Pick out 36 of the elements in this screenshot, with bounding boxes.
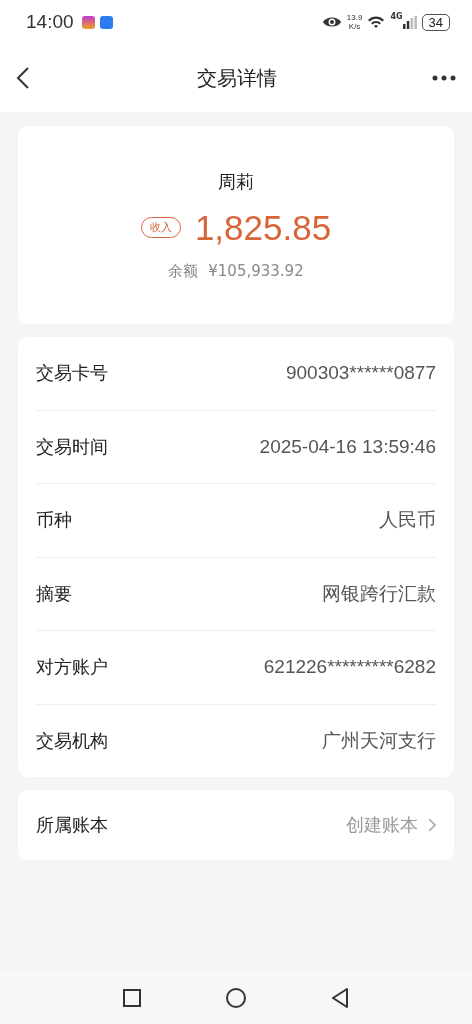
detail-label: 对方账户 bbox=[36, 655, 108, 680]
balance-label: 余额 bbox=[168, 261, 199, 281]
back-icon[interactable] bbox=[16, 66, 30, 90]
detail-value: 621226*********6282 bbox=[263, 656, 436, 679]
ledger-row[interactable]: 所属账本 创建账本 bbox=[18, 790, 454, 860]
more-icon[interactable] bbox=[432, 75, 456, 81]
home-icon[interactable] bbox=[226, 988, 246, 1008]
battery-icon: 34 bbox=[421, 13, 450, 31]
detail-label: 交易卡号 bbox=[36, 361, 108, 386]
app-icon bbox=[99, 15, 113, 29]
back-nav-icon[interactable] bbox=[331, 988, 350, 1008]
status-time: 14:00 bbox=[26, 11, 74, 33]
detail-value: 网银跨行汇款 bbox=[322, 581, 436, 606]
detail-label: 交易时间 bbox=[36, 434, 108, 459]
detail-value: 2025-04-16 13:59:46 bbox=[259, 435, 436, 458]
amount: 1,825.85 bbox=[194, 207, 332, 248]
ledger-value: 创建账本 bbox=[346, 813, 418, 837]
detail-label: 摘要 bbox=[36, 581, 72, 606]
page-title: 交易详情 bbox=[197, 64, 277, 92]
ledger-label: 所属账本 bbox=[36, 813, 108, 837]
network-speed: 13.9 bbox=[346, 13, 363, 22]
eye-icon bbox=[321, 15, 342, 29]
detail-value: 广州天河支行 bbox=[322, 728, 436, 753]
balance-value: ¥105,933.92 bbox=[208, 261, 304, 281]
chevron-icon bbox=[428, 818, 436, 832]
speed-unit: K/s bbox=[348, 22, 361, 31]
app-icon bbox=[81, 15, 95, 29]
signal-icon bbox=[402, 15, 417, 29]
payer-name: 周莉 bbox=[218, 169, 254, 194]
wifi-icon bbox=[367, 15, 386, 29]
detail-label: 交易机构 bbox=[36, 728, 108, 753]
network-type: 4G bbox=[390, 12, 403, 21]
detail-label: 币种 bbox=[36, 508, 72, 533]
detail-value: 900303******0877 bbox=[285, 362, 436, 385]
detail-value: 人民币 bbox=[379, 508, 436, 533]
recents-icon[interactable] bbox=[122, 989, 141, 1007]
